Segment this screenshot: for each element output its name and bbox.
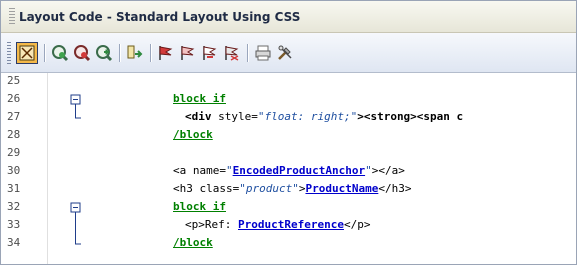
- code-line: 30 <a name="EncodedProductAnchor"></a>: [1, 163, 576, 181]
- refresh-button[interactable]: [95, 44, 113, 62]
- tools-icon: [278, 45, 292, 60]
- code-token: ": [226, 164, 233, 177]
- code-text: <a name="EncodedProductAnchor"></a>: [173, 164, 405, 177]
- code-line: 28/block: [1, 127, 576, 145]
- code-token: block if: [173, 200, 226, 213]
- flag-outline-icon: [181, 45, 195, 60]
- code-token: /block: [173, 128, 213, 141]
- code-text: <p>Ref: ProductReference</p>: [185, 218, 370, 231]
- line-number: 34: [7, 236, 21, 249]
- toolbar-separator: [44, 43, 45, 62]
- magnifier-green-icon: [52, 44, 69, 61]
- flag-clear-button[interactable]: [223, 44, 241, 62]
- magnifier-red-icon: [74, 44, 91, 61]
- code-text: /block: [173, 128, 213, 141]
- code-line: 32 block if: [1, 199, 576, 217]
- flag-red-button[interactable]: [157, 44, 175, 62]
- line-number: 32: [7, 200, 21, 213]
- code-token: ": [365, 164, 372, 177]
- line-number: 33: [7, 218, 21, 231]
- code-token: </h3>: [378, 182, 412, 195]
- code-line: 29: [1, 145, 576, 163]
- printer-icon: [255, 45, 271, 60]
- layout-view-icon: [19, 45, 35, 60]
- tools-button[interactable]: [276, 44, 294, 62]
- code-token: </p>: [343, 218, 371, 231]
- code-line: 25: [1, 73, 576, 91]
- line-number: 30: [7, 164, 21, 177]
- toolbar-separator: [150, 43, 151, 62]
- magnifier-plus-icon: [96, 44, 113, 61]
- code-line: 27 <div style="float: right;"><strong><sp…: [1, 109, 576, 127]
- line-number: 27: [7, 110, 21, 123]
- code-token: style=: [211, 110, 258, 123]
- code-text: <h3 class="product">ProductName</h3>: [173, 182, 411, 195]
- toolbar-separator: [247, 43, 248, 62]
- toolbar-separator: [119, 43, 120, 62]
- code-token: <div: [185, 110, 212, 123]
- insert-field-icon: [127, 45, 143, 58]
- code-token: <p>: [185, 218, 205, 231]
- code-token: ProductReference: [238, 218, 344, 231]
- line-number: 29: [7, 146, 21, 159]
- code-token: EncodedProductAnchor: [232, 164, 366, 177]
- code-token: ProductName: [305, 182, 379, 195]
- code-text: block if: [173, 200, 226, 213]
- flag-red-icon: [159, 45, 173, 60]
- connect-button[interactable]: [51, 44, 69, 62]
- window-title: Layout Code - Standard Layout Using CSS: [19, 9, 301, 24]
- title-bar: Layout Code - Standard Layout Using CSS: [1, 1, 576, 33]
- print-button[interactable]: [254, 44, 272, 62]
- code-token: ><strong><span c: [357, 110, 464, 123]
- code-token: block if: [173, 92, 226, 105]
- title-grip[interactable]: [9, 7, 15, 26]
- code-token: /block: [173, 236, 213, 249]
- code-token: "product": [239, 182, 299, 195]
- code-line: 34/block: [1, 235, 576, 253]
- line-number: 25: [7, 74, 21, 87]
- code-text: /block: [173, 236, 213, 249]
- line-number: 31: [7, 182, 21, 195]
- code-editor[interactable]: 25 26 block if 27 <div style="float: right;"…: [1, 73, 576, 264]
- toolbar-grip[interactable]: [7, 41, 11, 64]
- flag-next-icon: [203, 45, 217, 60]
- line-number: 28: [7, 128, 21, 141]
- line-number: 26: [7, 92, 21, 105]
- code-text: <div style="float: right;"><strong><span…: [185, 110, 463, 123]
- code-text: block if: [173, 92, 226, 105]
- code-token: class=: [192, 182, 240, 195]
- code-line: 33 <p>Ref: ProductReference</p>: [1, 217, 576, 235]
- insert-field-button[interactable]: [126, 44, 144, 62]
- code-token: "float: right;": [257, 110, 358, 123]
- code-token: Ref:: [204, 218, 238, 231]
- code-line: 26 block if: [1, 91, 576, 109]
- toolbar: [1, 33, 576, 73]
- disconnect-button[interactable]: [73, 44, 91, 62]
- layout-code-panel: Layout Code - Standard Layout Using CSS: [0, 0, 577, 265]
- layout-view-button[interactable]: [16, 41, 38, 64]
- code-token: <a: [173, 164, 187, 177]
- flag-clear-icon: [225, 45, 239, 61]
- flag-next-button[interactable]: [201, 44, 219, 62]
- code-token: ></a>: [371, 164, 405, 177]
- code-line: 31 <h3 class="product">ProductName</h3>: [1, 181, 576, 199]
- flag-outline-button[interactable]: [179, 44, 197, 62]
- code-token: name=: [186, 164, 226, 177]
- code-token: <h3: [173, 182, 193, 195]
